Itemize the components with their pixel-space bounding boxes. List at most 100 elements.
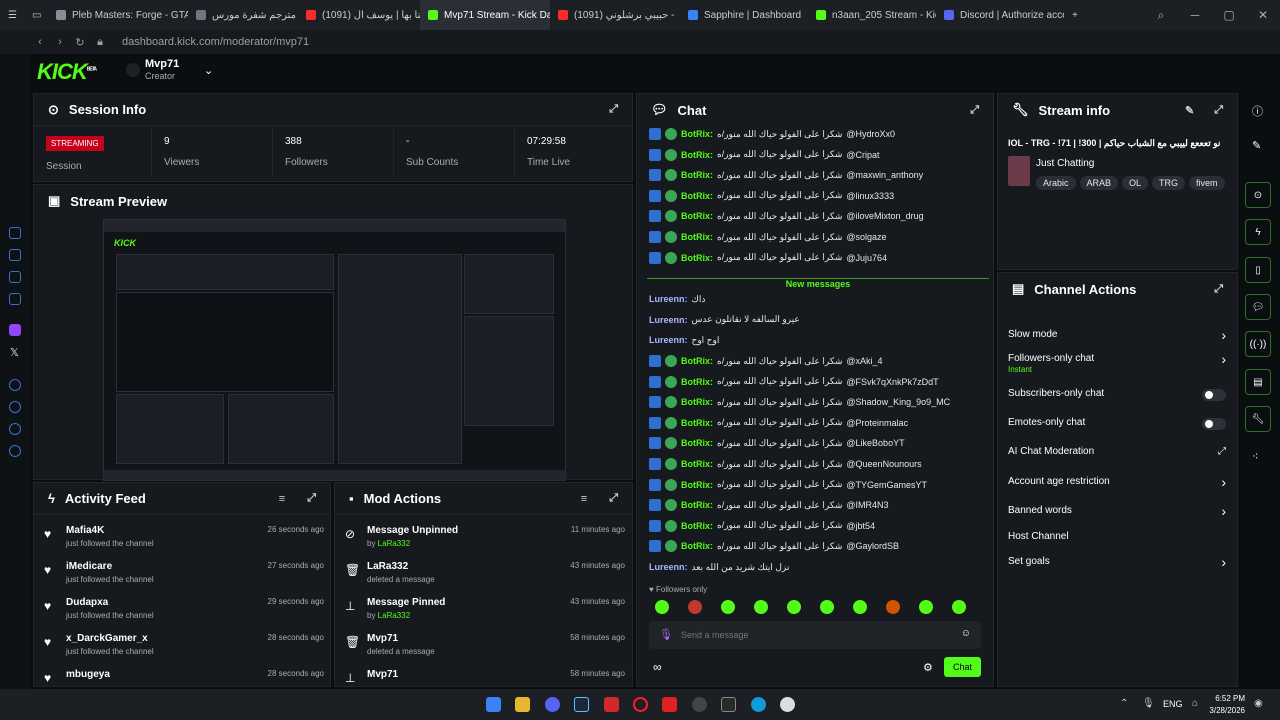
channel-action-banned-words[interactable]: Banned words › (1008, 503, 1226, 523)
back-icon[interactable]: ‹ (30, 36, 50, 48)
chat-mention[interactable]: @Juju764 (846, 253, 887, 263)
emote-icon[interactable] (952, 600, 966, 614)
emote-icon[interactable] (886, 600, 900, 614)
tab-list-icon[interactable]: ▭ (24, 0, 48, 30)
chat-username[interactable]: BotRix: (681, 191, 713, 201)
chat-mention[interactable]: @HydroXx0 (846, 129, 895, 139)
browser-tab[interactable]: Discord | Authorize access (936, 0, 1064, 30)
browser-tab[interactable]: n3aan_205 Stream - Kick (808, 0, 936, 30)
chat-username[interactable]: BotRix: (681, 211, 713, 221)
chat-username[interactable]: BotRix: (681, 397, 713, 407)
stream-tag[interactable]: Arabic (1036, 176, 1076, 190)
send-chat-button[interactable]: Chat (944, 657, 981, 677)
chat-username[interactable]: BotRix: (681, 377, 713, 387)
chat-username[interactable]: BotRix: (681, 150, 713, 160)
network-icon[interactable]: ⌂ (1192, 698, 1198, 709)
chat-mention[interactable]: @jbt54 (846, 521, 875, 531)
chat-username[interactable]: Lureenn: (649, 294, 688, 304)
chat-username[interactable]: BotRix: (681, 459, 713, 469)
app-icon-c[interactable] (692, 697, 707, 712)
language-indicator[interactable]: ENG (1163, 699, 1183, 709)
dock-stream-button[interactable]: ((·)) (1245, 331, 1271, 357)
chat-mention[interactable]: @LikeBoboYT (846, 438, 904, 448)
filter-icon[interactable]: ≡ (581, 493, 587, 505)
notification-icon[interactable]: ◉ (1254, 698, 1263, 709)
chat-username[interactable]: Lureenn: (649, 315, 688, 325)
emote-icon[interactable] (754, 600, 768, 614)
url-text[interactable]: dashboard.kick.com/moderator/mvp71 (122, 36, 309, 48)
chat-username[interactable]: BotRix: (681, 129, 713, 139)
emote-icon[interactable] (721, 600, 735, 614)
chat-mention[interactable]: @Shadow_King_9o9_MC (846, 397, 950, 407)
emoji-icon[interactable]: ☺ (961, 628, 971, 639)
dock-channel-actions-button[interactable]: ▤ (1245, 369, 1271, 395)
forward-icon[interactable]: › (50, 36, 70, 48)
browser-tab[interactable]: Mvp71 Stream - Kick Dash (420, 0, 550, 30)
popout-icon[interactable]: ⤢ (609, 103, 618, 116)
maximize-icon[interactable]: ▢ (1212, 0, 1246, 30)
dock-mod-button[interactable]: ▯ (1245, 257, 1271, 283)
app-icon-a[interactable] (604, 697, 619, 712)
chat-username[interactable]: BotRix: (681, 500, 713, 510)
file-explorer-icon[interactable] (515, 697, 530, 712)
kick-bot-icon[interactable]: ∞ (653, 660, 662, 674)
chat-username[interactable]: BotRix: (681, 356, 713, 366)
chat-username[interactable]: BotRix: (681, 480, 713, 490)
emote-icon[interactable] (853, 600, 867, 614)
browser-tab[interactable]: Pleb Masters: Forge - GTA (48, 0, 188, 30)
mod-action-user[interactable]: LaRa332 (378, 611, 410, 620)
popout-icon[interactable]: ⤢ (1214, 104, 1223, 117)
reload-icon[interactable]: ↻ (70, 36, 90, 49)
chat-settings-icon[interactable]: ⚙ (923, 661, 933, 674)
chat-username[interactable]: BotRix: (681, 418, 713, 428)
chat-username[interactable]: BotRix: (681, 541, 713, 551)
settings-app-icon[interactable] (780, 697, 795, 712)
activity-username[interactable]: mbugeya (66, 669, 110, 680)
chat-mention[interactable]: @IMR4N3 (846, 500, 888, 510)
popout-icon[interactable]: ⤢ (307, 492, 316, 505)
new-tab-button[interactable]: + (1064, 0, 1086, 30)
chat-username[interactable]: BotRix: (681, 253, 713, 263)
chat-mention[interactable]: @GaylordSB (846, 541, 899, 551)
channel-action-slow-mode[interactable]: Slow mode › (1008, 327, 1226, 347)
more-widgets-icon[interactable]: ⁖ (1252, 450, 1258, 463)
chat-username[interactable]: Lureenn: (649, 562, 688, 572)
chat-username[interactable]: BotRix: (681, 438, 713, 448)
emote-icon[interactable] (655, 600, 669, 614)
channel-action-host-channel[interactable]: Host Channel (1008, 531, 1226, 549)
search-icon[interactable]: ⌕ (1144, 0, 1178, 30)
clock[interactable]: 6:52 PM 3/28/2026 (1205, 693, 1245, 717)
sidebar-icon-1[interactable] (9, 227, 21, 239)
channel-action-ai-chat-moderation[interactable]: AI Chat Moderation ⤢ (1008, 446, 1226, 464)
browser-tab[interactable]: (1091) حبيبي برشلوني - (550, 0, 680, 30)
steam-icon[interactable] (574, 697, 589, 712)
edge-icon[interactable] (751, 697, 766, 712)
chevron-down-icon[interactable]: ⌄ (204, 64, 213, 77)
popout-icon[interactable]: ⤢ (970, 104, 979, 117)
chat-mention[interactable]: @QueenNounours (846, 459, 921, 469)
chat-mention[interactable]: @solgaze (846, 232, 886, 242)
chat-username[interactable]: Lureenn: (649, 335, 688, 345)
pencil-icon[interactable]: ✎ (1252, 139, 1261, 152)
chevron-right-icon[interactable]: › (1221, 503, 1226, 519)
chevron-right-icon[interactable]: › (1221, 351, 1226, 367)
dock-chat-button[interactable]: 💬︎ (1245, 294, 1271, 320)
twitch-icon[interactable] (9, 324, 21, 336)
toggle-switch[interactable] (1202, 418, 1226, 430)
toggle-switch[interactable] (1202, 389, 1226, 401)
browser-menu-icon[interactable]: ☰ (0, 0, 24, 30)
emote-icon[interactable] (688, 600, 702, 614)
chevron-right-icon[interactable]: › (1221, 474, 1226, 490)
chat-mention[interactable]: @xAki_4 (846, 356, 882, 366)
app-icon-b[interactable] (662, 697, 677, 712)
browser-tab[interactable]: (1091) أرحنا بها | يوسف ال (298, 0, 420, 30)
channel-action-emotes-only-chat[interactable]: Emotes-only chat (1008, 417, 1226, 435)
channel-action-followers-only-chat[interactable]: Followers-only chat Instant › (1008, 351, 1226, 374)
channel-action-account-age-restriction[interactable]: Account age restriction › (1008, 474, 1226, 494)
stream-preview-video[interactable]: KICK (103, 219, 566, 481)
chat-username[interactable]: BotRix: (681, 232, 713, 242)
activity-username[interactable]: iMedicare (66, 561, 112, 572)
chat-mention[interactable]: @TYGemGamesYT (846, 480, 927, 490)
kick-logo[interactable]: KICKBETA (37, 59, 97, 85)
opera-icon[interactable] (633, 697, 648, 712)
